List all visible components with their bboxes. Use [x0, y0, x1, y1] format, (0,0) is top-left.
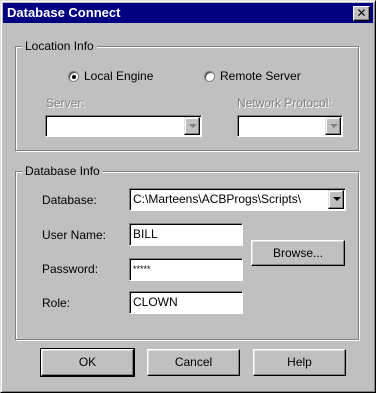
browse-button[interactable]: Browse... [251, 240, 345, 266]
help-button[interactable]: Help [253, 349, 346, 376]
database-connect-dialog: Database Connect ✕ Location Info Local E… [0, 0, 376, 393]
help-button-label: Help [287, 355, 312, 369]
user-name-label: User Name: [42, 228, 107, 242]
local-engine-label: Local Engine [84, 69, 154, 83]
database-info-label: Database Info [22, 164, 103, 178]
close-icon: ✕ [356, 6, 367, 20]
ok-button-label: OK [78, 355, 97, 369]
password-label: Password: [42, 262, 99, 276]
role-value: CLOWN [133, 295, 178, 309]
browse-button-label: Browse... [272, 246, 323, 260]
chevron-down-icon [333, 197, 341, 201]
database-label: Database: [42, 193, 97, 207]
server-label: Server: [46, 96, 85, 110]
database-combo[interactable]: C:\Marteens\ACBProgs\Scripts\ [129, 188, 346, 211]
chevron-down-icon [330, 124, 338, 128]
chevron-down-icon [189, 124, 197, 128]
radio-checked-icon [68, 70, 79, 82]
server-combo[interactable] [45, 115, 202, 137]
password-value: ***** [133, 264, 151, 274]
ok-button[interactable]: OK [40, 348, 135, 377]
radio-unchecked-icon [204, 70, 215, 82]
network-protocol-label: Network Protocol: [237, 96, 332, 110]
title-bar[interactable]: Database Connect ✕ [3, 3, 373, 23]
close-button[interactable]: ✕ [353, 6, 370, 21]
database-dropdown-button[interactable] [328, 190, 344, 209]
database-info-group: Database Info Database: C:\Marteens\ACBP… [15, 164, 359, 340]
database-value: C:\Marteens\ACBProgs\Scripts\ [133, 192, 302, 206]
local-engine-radio[interactable]: Local Engine [68, 69, 153, 83]
role-label: Role: [42, 296, 71, 310]
user-name-value: BILL [133, 227, 158, 241]
cancel-button[interactable]: Cancel [147, 349, 240, 376]
server-dropdown-button[interactable] [184, 117, 200, 135]
user-name-input[interactable]: BILL [129, 223, 243, 246]
network-protocol-combo[interactable] [237, 115, 343, 137]
network-protocol-dropdown-button[interactable] [325, 117, 341, 135]
location-info-group: Location Info Local Engine Remote Server… [15, 39, 359, 151]
remote-server-radio[interactable]: Remote Server [204, 69, 301, 83]
location-info-label: Location Info [22, 39, 97, 53]
cancel-button-label: Cancel [174, 355, 213, 369]
remote-server-label: Remote Server [220, 69, 301, 83]
password-input[interactable]: ***** [129, 258, 243, 281]
window-title: Database Connect [7, 5, 121, 20]
role-input[interactable]: CLOWN [129, 291, 243, 314]
